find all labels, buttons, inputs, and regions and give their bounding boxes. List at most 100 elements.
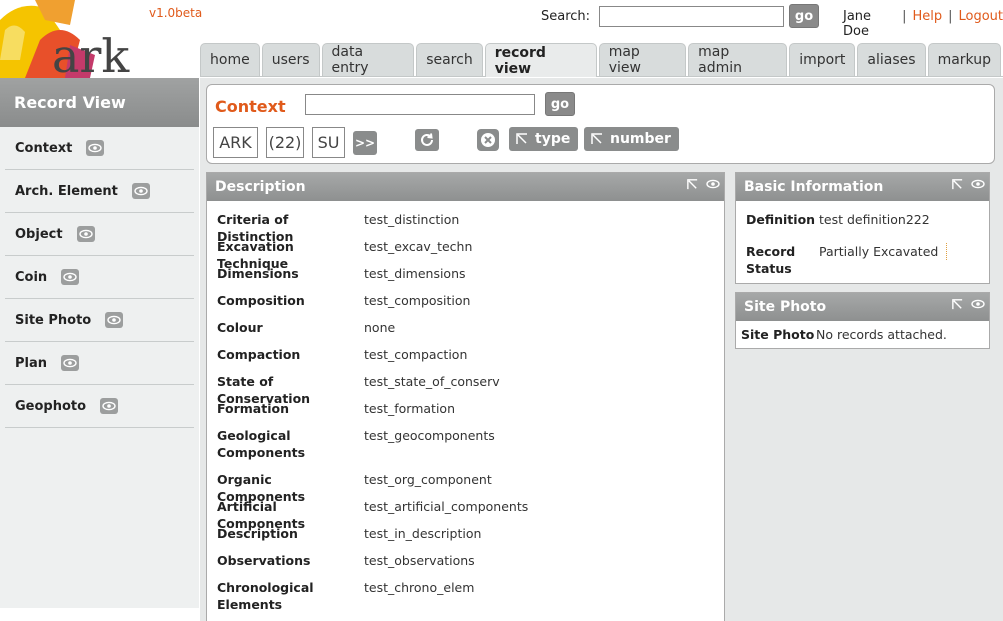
type-filter-label: type bbox=[535, 131, 571, 147]
tab-search[interactable]: search bbox=[416, 43, 483, 76]
tab-home[interactable]: home bbox=[200, 43, 260, 76]
field-row: Colour none bbox=[207, 319, 724, 346]
main-content: Context go ARK (22) SU >> type number De… bbox=[200, 78, 1003, 621]
field-value: test_org_component bbox=[364, 472, 492, 487]
field-row: Chronological Elements test_chrono_elem bbox=[207, 579, 724, 621]
field-label: Chronological Elements bbox=[217, 580, 314, 612]
field-value: test_geocomponents bbox=[364, 428, 495, 443]
tab-users[interactable]: users bbox=[261, 43, 320, 76]
svg-text:ark: ark bbox=[52, 29, 130, 78]
eye-icon[interactable] bbox=[971, 298, 985, 310]
tab-map-admin[interactable]: map admin bbox=[688, 43, 788, 76]
basic-info-panel: Basic Information Definition test defini… bbox=[735, 172, 990, 284]
field-value: test_in_description bbox=[364, 526, 482, 541]
field-label: Formation bbox=[217, 401, 289, 416]
context-go-button[interactable]: go bbox=[545, 92, 575, 116]
refresh-icon[interactable] bbox=[415, 129, 439, 151]
tab-aliases[interactable]: aliases bbox=[857, 43, 926, 76]
expand-icon[interactable] bbox=[951, 298, 964, 311]
tab-data-entry[interactable]: data entry bbox=[321, 43, 415, 76]
field-row: Dimensions test_dimensions bbox=[207, 265, 724, 292]
eye-icon[interactable] bbox=[706, 178, 720, 190]
field-value: test_formation bbox=[364, 401, 456, 416]
logout-link[interactable]: Logout bbox=[958, 9, 1003, 39]
field-label: Dimensions bbox=[217, 266, 299, 281]
sidebar-item-label: Site Photo bbox=[15, 312, 92, 328]
tab-map-view[interactable]: map view bbox=[598, 43, 687, 76]
sidebar-item-arch-element[interactable]: Arch. Element bbox=[5, 170, 194, 213]
item-type-box: SU bbox=[312, 127, 345, 158]
eye-icon[interactable] bbox=[105, 312, 124, 328]
clear-icon[interactable] bbox=[477, 129, 499, 151]
field-value: No records attached. bbox=[816, 327, 947, 342]
field-row: Observations test_observations bbox=[207, 552, 724, 579]
field-label: Composition bbox=[217, 293, 305, 308]
eye-icon[interactable] bbox=[61, 269, 80, 285]
sidebar-item-site-photo[interactable]: Site Photo bbox=[5, 299, 194, 342]
field-label: Criteria of Distinction bbox=[217, 212, 294, 244]
sidebar-item-coin[interactable]: Coin bbox=[5, 256, 194, 299]
eye-icon[interactable] bbox=[76, 226, 95, 242]
field-label: Definition bbox=[746, 212, 816, 227]
field-row: State of Conservation test_state_of_conse… bbox=[207, 373, 724, 406]
panel-title: Site Photo bbox=[744, 299, 827, 315]
expand-icon[interactable] bbox=[686, 178, 699, 191]
eye-icon[interactable] bbox=[131, 183, 150, 199]
sidebar: Record View Context Arch. Element Object… bbox=[0, 78, 199, 608]
tab-import[interactable]: import bbox=[789, 43, 856, 76]
eye-icon[interactable] bbox=[100, 398, 119, 414]
eye-icon[interactable] bbox=[86, 140, 105, 156]
field-row: Definition test definition222 bbox=[736, 211, 989, 243]
separator: | bbox=[902, 9, 907, 24]
field-row: Formation test_formation bbox=[207, 400, 724, 427]
field-label: Geological Components bbox=[217, 428, 306, 460]
panel-title: Basic Information bbox=[744, 179, 884, 195]
field-value: test_compaction bbox=[364, 347, 468, 362]
sidebar-item-label: Plan bbox=[15, 355, 48, 371]
field-row: Artificial Components test_artificial_com… bbox=[207, 498, 724, 531]
field-value: Partially Excavated bbox=[819, 243, 948, 260]
type-filter-button[interactable]: type bbox=[509, 127, 579, 151]
expand-arrow-icon bbox=[591, 133, 602, 144]
tab-markup[interactable]: markup bbox=[927, 43, 1001, 76]
tab-record-view[interactable]: record view bbox=[484, 43, 597, 77]
field-row: Record Status Partially Excavated bbox=[736, 243, 989, 277]
next-button[interactable]: >> bbox=[353, 131, 377, 155]
field-value: test_artificial_components bbox=[364, 499, 529, 514]
number-filter-label: number bbox=[610, 131, 671, 147]
number-filter-button[interactable]: number bbox=[584, 127, 679, 151]
search-input[interactable] bbox=[599, 5, 785, 27]
eye-icon[interactable] bbox=[971, 178, 985, 190]
site-photo-panel: Site Photo Site Photo No records attache… bbox=[735, 292, 990, 349]
field-label: Compaction bbox=[217, 347, 301, 362]
ark-box: ARK bbox=[213, 127, 258, 158]
field-label: State of Conservation bbox=[217, 374, 311, 406]
field-value: test_composition bbox=[364, 293, 471, 308]
help-link[interactable]: Help bbox=[912, 9, 942, 39]
field-value: test_distinction bbox=[364, 212, 460, 227]
user-name: Jane Doe bbox=[843, 9, 872, 39]
field-label: Artificial Components bbox=[217, 499, 306, 531]
header-search: Search: go bbox=[541, 4, 820, 28]
sidebar-item-label: Context bbox=[15, 140, 73, 156]
separator: | bbox=[948, 9, 953, 24]
context-input[interactable] bbox=[305, 94, 535, 115]
field-row: Composition test_composition bbox=[207, 292, 724, 319]
sidebar-item-plan[interactable]: Plan bbox=[5, 342, 194, 385]
context-navigator: Context go ARK (22) SU >> type number bbox=[206, 84, 995, 164]
user-area: Jane Doe | Help | Logout bbox=[843, 9, 1003, 39]
sidebar-item-context[interactable]: Context bbox=[5, 127, 194, 170]
field-label: Excavation Technique bbox=[217, 239, 294, 271]
basic-info-panel-header: Basic Information bbox=[736, 173, 989, 201]
search-go-button[interactable]: go bbox=[789, 4, 820, 28]
eye-icon[interactable] bbox=[61, 355, 80, 371]
field-label: Organic Components bbox=[217, 472, 306, 504]
expand-icon[interactable] bbox=[951, 178, 964, 191]
sidebar-item-label: Geophoto bbox=[15, 398, 87, 414]
field-label: Colour bbox=[217, 320, 263, 335]
site-photo-panel-header: Site Photo bbox=[736, 293, 989, 321]
field-label: Record Status bbox=[746, 244, 796, 276]
expand-arrow-icon bbox=[516, 133, 527, 144]
sidebar-item-geophoto[interactable]: Geophoto bbox=[5, 385, 194, 428]
sidebar-item-object[interactable]: Object bbox=[5, 213, 194, 256]
